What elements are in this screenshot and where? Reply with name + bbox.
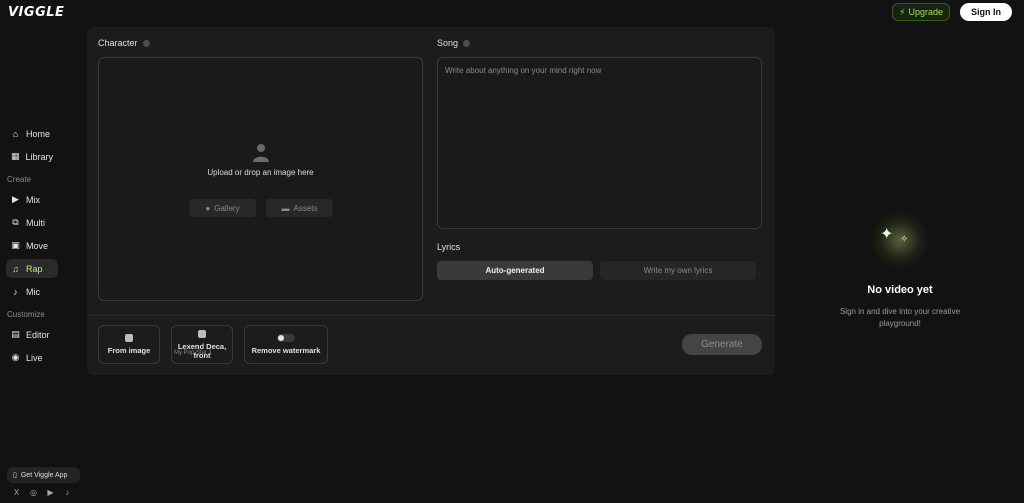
viggle-logo[interactable]: VIGGLE (8, 5, 64, 20)
sparkle-icon: ✦ (880, 226, 894, 243)
sidebar-item-multi[interactable]: ⧉ Multi (6, 213, 58, 232)
youtube-icon[interactable]: ▶ (46, 488, 55, 497)
sidebar: ⌂ Home ▦ Library Create ▶ Mix ⧉ Multi ▣ … (0, 124, 80, 371)
sidebar-item-editor[interactable]: ▤ Editor (6, 325, 58, 344)
bolt-icon: ⚡ (899, 6, 906, 17)
watermark-toggle[interactable] (277, 334, 295, 342)
home-icon: ⌂ (12, 128, 19, 139)
sparkle-small-icon: ✧ (900, 234, 909, 245)
help-icon[interactable] (142, 39, 150, 47)
mic-icon: ♪ (13, 286, 18, 297)
sidebar-item-label: Mix (26, 194, 40, 205)
sidebar-item-label: Live (26, 352, 43, 363)
editor-icon: ▤ (11, 329, 20, 339)
sidebar-item-label: Move (26, 240, 49, 251)
person-small-icon: ● (205, 203, 211, 213)
lyrics-label: Lyrics (437, 242, 461, 252)
sidebar-item-label: Multi (26, 217, 46, 228)
empty-title: No video yet (867, 284, 933, 296)
remove-watermark-label: Remove watermark (251, 346, 321, 355)
assets-button[interactable]: ▬ Assets (266, 199, 333, 217)
character-label-text: Character (98, 38, 138, 48)
sidebar-item-label: Rap (26, 263, 43, 274)
sidebar-item-mix[interactable]: ▶ Mix (6, 190, 58, 209)
instagram-icon[interactable]: ◎ (29, 488, 38, 497)
folder-icon: ▬ (281, 203, 290, 213)
x-icon[interactable]: X (12, 488, 21, 497)
font-icon (198, 329, 206, 338)
sidebar-item-rap[interactable]: ♫ Rap (6, 259, 58, 278)
move-icon: ▣ (11, 240, 20, 250)
remove-watermark-option[interactable]: Remove watermark (244, 325, 328, 364)
mix-icon: ▶ (12, 194, 19, 204)
get-app-label: Get Viggle App (20, 471, 68, 479)
person-icon (253, 144, 269, 162)
get-app-button[interactable]: ▯ Get Viggle App (7, 467, 80, 483)
font-subtitle: My Pop Star 1 (174, 350, 213, 356)
sidebar-item-label: Mic (26, 286, 40, 297)
help-icon[interactable] (463, 39, 471, 47)
song-input[interactable]: Write about anything on your mind right … (437, 57, 762, 229)
sidebar-item-library[interactable]: ▦ Library (6, 147, 58, 166)
divider (87, 315, 775, 316)
assets-label: Assets (293, 203, 318, 213)
song-label-text: Song (437, 38, 459, 48)
header-actions: ⚡ Upgrade Sign In (892, 3, 1012, 21)
phone-icon: ▯ (13, 472, 17, 479)
section-label-customize: Customize (7, 310, 45, 319)
upgrade-button[interactable]: ⚡ Upgrade (892, 3, 950, 21)
creation-panel: Character Upload or drop an image here ●… (87, 27, 775, 375)
font-option[interactable]: Lexend Deca, front My Pop Star 1 (171, 325, 233, 364)
sidebar-item-home[interactable]: ⌂ Home (6, 124, 58, 143)
multi-icon: ⧉ (12, 217, 19, 227)
from-image-option[interactable]: From image (98, 325, 160, 364)
rap-icon: ♫ (12, 263, 19, 274)
from-image-label: From image (107, 346, 151, 355)
social-links: X ◎ ▶ ♪ (12, 488, 72, 497)
sidebar-item-move[interactable]: ▣ Move (6, 236, 58, 255)
sidebar-item-live[interactable]: ◉ Live (6, 348, 58, 367)
auto-generated-button[interactable]: Auto-generated (437, 261, 593, 280)
song-label: Song (437, 38, 471, 48)
empty-subtitle: Sign in and dive into your creative play… (839, 307, 961, 328)
gallery-label: Gallery (214, 203, 240, 213)
image-icon (125, 334, 133, 342)
section-label-create: Create (7, 175, 32, 184)
character-label: Character (98, 38, 150, 48)
tiktok-icon[interactable]: ♪ (63, 488, 72, 497)
sidebar-item-mic[interactable]: ♪ Mic (6, 282, 58, 301)
library-icon: ▦ (11, 151, 20, 161)
upgrade-label: Upgrade (908, 7, 943, 17)
sidebar-item-label: Home (26, 128, 51, 139)
live-icon: ◉ (11, 352, 20, 362)
gallery-button[interactable]: ● Gallery (189, 199, 256, 217)
sidebar-item-label: Editor (26, 329, 50, 340)
write-own-lyrics-button[interactable]: Write my own lyrics (600, 261, 756, 280)
upload-text: Upload or drop an image here (207, 168, 314, 177)
generate-button[interactable]: Generate (682, 334, 762, 355)
sign-in-button[interactable]: Sign In (960, 3, 1012, 21)
sidebar-item-label: Library (25, 151, 54, 162)
character-dropzone[interactable]: Upload or drop an image here ● Gallery ▬… (98, 57, 423, 301)
